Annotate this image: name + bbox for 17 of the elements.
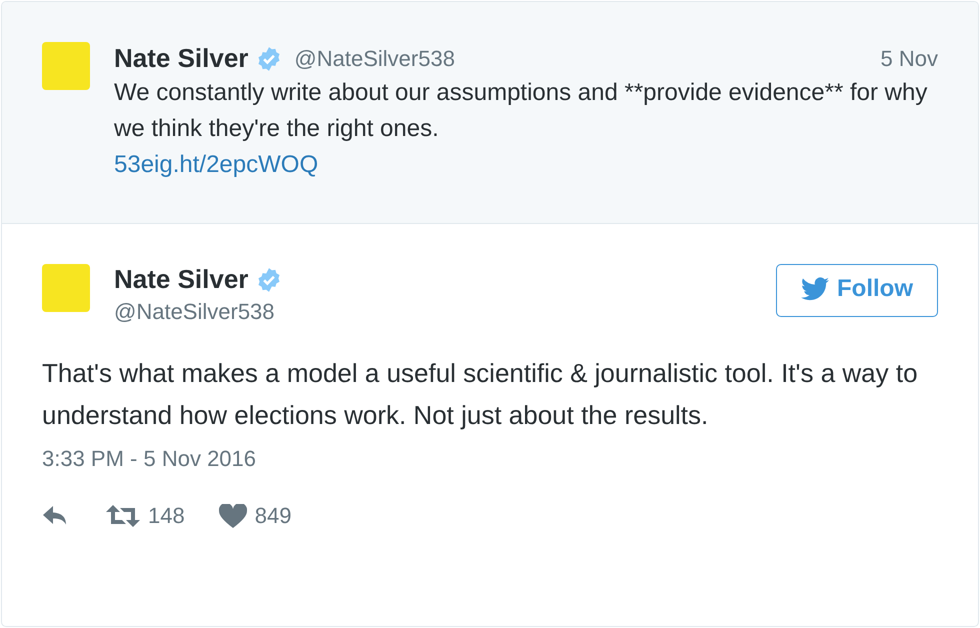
tweet-date[interactable]: 5 Nov [880,42,938,75]
avatar-photo-placeholder [42,264,90,312]
retweet-count: 148 [148,502,185,530]
author-name: Nate Silver [114,42,248,74]
tweet-text: That's what makes a model a useful scientific & journalistic tool. It's a way to understand how elections work. Not just about the results. [42,357,919,432]
tweet-text: We constantly write about our assumptions and **provide evidence** for why we think they're the right ones. [114,78,928,144]
retweet-icon[interactable] [106,504,140,527]
author-name: Nate Silver [114,264,248,296]
like-count: 849 [254,502,292,530]
author-handle[interactable]: @NateSilver538 [114,295,752,328]
tweet-timestamp[interactable]: 3:33 PM - 5 Nov 2016 [42,442,938,476]
heart-icon[interactable] [218,504,247,528]
author-handle[interactable]: @NateSilver538 [294,42,455,75]
bird-icon [801,277,830,302]
tweet-link[interactable]: 53eig.ht/2epcWOQ [114,151,318,178]
follow-button[interactable]: Follow [776,264,938,317]
avatar-photo-placeholder [42,42,90,90]
